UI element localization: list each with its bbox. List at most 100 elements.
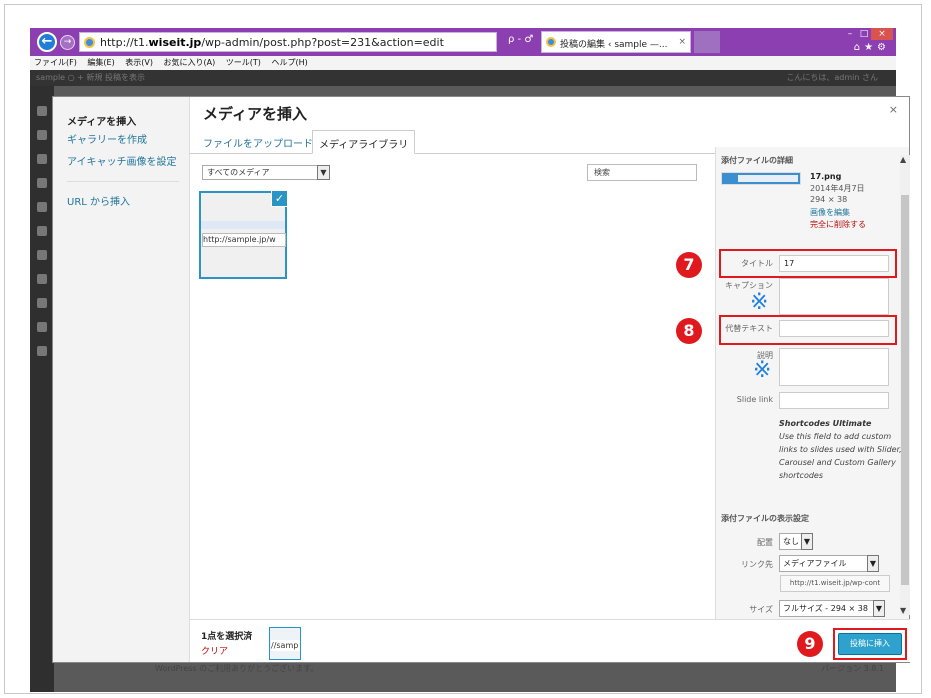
media-icon[interactable] <box>37 154 47 164</box>
minimize-icon[interactable]: – <box>843 28 857 40</box>
size-value: フルサイズ - 294 × 38 <box>783 604 868 613</box>
menu-help[interactable]: ヘルプ(H) <box>271 58 307 67</box>
caption-kome-mark: ※ <box>750 290 769 315</box>
users-icon[interactable] <box>37 274 47 284</box>
file-name: 17.png <box>810 172 842 181</box>
favorites-star-icon[interactable]: ★ <box>864 42 877 53</box>
size-select[interactable]: フルサイズ - 294 × 38 ▼ <box>779 600 885 617</box>
scroll-thumb[interactable] <box>901 195 909 585</box>
shortcodes-help-text: Shortcodes Ultimate Use this field to ad… <box>779 417 903 482</box>
menu-file[interactable]: ファイル(F) <box>34 58 77 67</box>
menu-favorites[interactable]: お気に入り(A) <box>164 58 216 67</box>
tab-close-icon[interactable]: × <box>678 37 686 47</box>
media-tabs: ファイルをアップロード メディアライブラリ <box>190 130 725 154</box>
tab-upload[interactable]: ファイルをアップロード <box>203 135 313 150</box>
admin-bar-greeting[interactable]: こんにちは、admin さん <box>786 70 878 86</box>
insert-from-url-link[interactable]: URL から挿入 <box>67 193 130 208</box>
back-arrow-icon[interactable]: ← <box>37 32 57 52</box>
settings-gear-icon[interactable]: ⚙ <box>877 42 890 53</box>
window-controls: – □ × <box>843 28 893 40</box>
browser-tab[interactable]: 投稿の編集 ‹ sample —... × <box>541 31 691 53</box>
wp-admin-bar: sample ○ + 新規 投稿を表示 こんにちは、admin さん <box>30 70 896 86</box>
tab-ie-icon <box>546 37 556 47</box>
admin-bar-left[interactable]: sample ○ + 新規 投稿を表示 <box>36 73 145 82</box>
dashboard-icon[interactable] <box>37 106 47 116</box>
plugins-icon[interactable] <box>37 250 47 260</box>
close-window-icon[interactable]: × <box>871 28 893 40</box>
description-kome-mark: ※ <box>753 358 772 383</box>
menu-tools[interactable]: ツール(T) <box>226 58 261 67</box>
checkmark-icon[interactable]: ✓ <box>271 190 288 207</box>
caption-field[interactable] <box>779 278 889 315</box>
menu-edit[interactable]: 編集(E) <box>87 58 114 67</box>
collapse-icon[interactable] <box>37 346 47 356</box>
slide-link-label: Slide link <box>736 395 773 404</box>
maximize-icon[interactable]: □ <box>857 28 871 40</box>
link-url-field[interactable]: http://t1.wiseit.jp/wp-cont <box>780 575 890 592</box>
scroll-up-icon[interactable]: ▲ <box>900 155 906 164</box>
home-icon[interactable]: ⌂ <box>854 42 864 53</box>
address-bar[interactable]: http://t1.wiseit.jp/wp-admin/post.php?po… <box>79 32 497 52</box>
wp-admin-menu <box>30 86 54 692</box>
delete-permanently-link[interactable]: 完全に削除する <box>810 219 866 230</box>
scroll-down-icon[interactable]: ▼ <box>900 606 906 615</box>
alignment-select[interactable]: なし ▼ <box>779 533 813 550</box>
alignment-value: なし <box>783 537 799 546</box>
mini-thumbnail-url: //samp <box>271 640 300 651</box>
title-bar: ← → http://t1.wiseit.jp/wp-admin/post.ph… <box>30 28 896 56</box>
link-to-value: メディアファイル <box>783 559 847 568</box>
wp-version: バージョン 3.8.1 <box>821 664 884 673</box>
size-label: サイズ <box>749 605 773 614</box>
link-to-label: リンク先 <box>741 560 773 569</box>
toolbar-icons: ⌂★⚙ <box>854 42 890 53</box>
insert-into-post-button[interactable]: 投稿に挿入 <box>838 633 902 655</box>
description-field[interactable] <box>779 348 889 386</box>
new-tab-button[interactable] <box>694 31 720 53</box>
tools-icon[interactable] <box>37 298 47 308</box>
menu-view[interactable]: 表示(V) <box>125 58 153 67</box>
step-badge-8: 8 <box>676 318 702 344</box>
display-settings-heading: 添付ファイルの表示設定 <box>721 514 809 523</box>
details-scrollbar[interactable]: ▲ ▼ <box>900 155 910 615</box>
attachment-url: http://sample.jp/w <box>202 233 286 247</box>
details-thumbnail-image <box>738 175 798 182</box>
edit-image-link[interactable]: 画像を編集 <box>810 207 850 218</box>
tab-title: 投稿の編集 ‹ sample —... <box>560 40 668 50</box>
media-filter-select[interactable]: すべてのメディア ▼ <box>202 165 330 180</box>
alignment-label: 配置 <box>757 538 773 547</box>
step-badge-7: 7 <box>676 252 702 278</box>
link-to-select[interactable]: メディアファイル ▼ <box>779 555 879 572</box>
details-heading: 添付ファイルの詳細 <box>721 156 793 165</box>
ie-logo-icon <box>84 37 95 48</box>
sidebar-title[interactable]: メディアを挿入 <box>67 113 136 128</box>
clear-selection-link[interactable]: クリア <box>201 644 228 657</box>
search-refresh-icon[interactable]: ρ - ♂ <box>508 34 533 45</box>
link-to-chevron-icon: ▼ <box>867 555 879 572</box>
pages-icon[interactable] <box>37 178 47 188</box>
shortcodes-help-title: Shortcodes Ultimate <box>779 419 872 428</box>
file-dimensions: 294 × 38 <box>810 195 848 204</box>
forward-arrow-icon[interactable]: → <box>60 35 75 50</box>
media-modal: メディアを挿入 ギャラリーを作成 アイキャッチ画像を設定 URL から挿入 メデ… <box>52 96 910 663</box>
close-icon[interactable]: × <box>889 103 898 116</box>
selection-count: 1点を選択済 <box>201 632 253 642</box>
settings-icon[interactable] <box>37 322 47 332</box>
appearance-icon[interactable] <box>37 226 47 236</box>
featured-image-link[interactable]: アイキャッチ画像を設定 <box>67 153 177 168</box>
search-input[interactable]: 検索 <box>587 164 697 181</box>
comments-icon[interactable] <box>37 202 47 212</box>
create-gallery-link[interactable]: ギャラリーを作成 <box>67 131 147 146</box>
attachment-thumbnail[interactable]: http://sample.jp/w ✓ <box>199 190 288 279</box>
thumbnail-stripe <box>201 221 285 229</box>
highlight-box-alt <box>719 315 897 345</box>
menu-bar: ファイル(F) 編集(E) 表示(V) お気に入り(A) ツール(T) ヘルプ(… <box>30 56 896 70</box>
filter-value: すべてのメディア <box>207 168 270 177</box>
slide-link-field[interactable] <box>779 392 889 409</box>
step-badge-9: 9 <box>797 631 823 657</box>
selected-mini-thumbnail[interactable]: //samp <box>269 627 301 660</box>
posts-icon[interactable] <box>37 130 47 140</box>
size-chevron-icon: ▼ <box>873 600 885 617</box>
wp-footer-text: WordPress のご利用ありがとうございます。 <box>155 664 319 673</box>
upload-date: 2014年4月7日 <box>810 184 865 193</box>
tab-media-library[interactable]: メディアライブラリ <box>312 130 416 154</box>
